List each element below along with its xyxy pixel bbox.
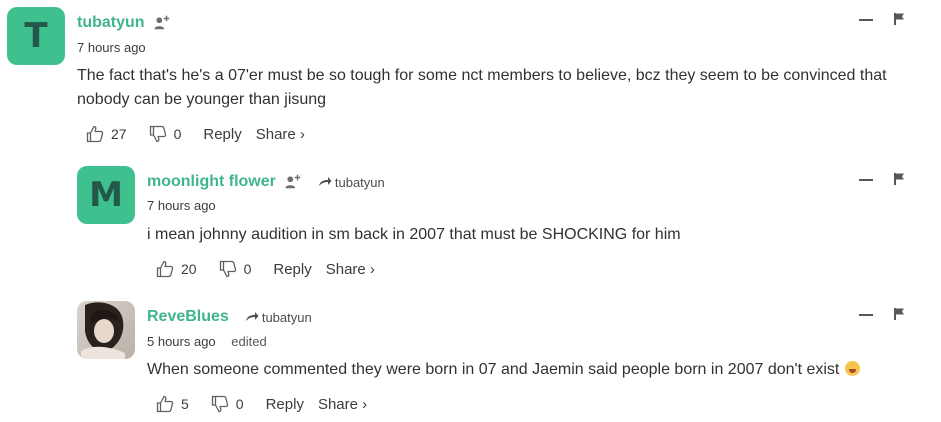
downvote-count: 0 [243,261,252,277]
thumbs-down-icon [219,260,236,278]
author-name[interactable]: tubatyun [77,14,145,32]
user-plus-icon[interactable] [284,173,302,191]
minimize-icon[interactable] [859,314,873,316]
share-button[interactable]: Share › [318,396,367,413]
flag-icon[interactable] [894,172,906,186]
downvote-count: 0 [173,126,182,142]
avatar-letter: T [24,16,48,56]
thumbs-down-icon [149,125,166,143]
reply-to-author: tubatyun [261,309,312,325]
upvote-count: 27 [111,126,127,142]
comment-text-content: When someone commented they were born in… [147,361,840,378]
share-button[interactable]: Share › [256,126,305,143]
author-name[interactable]: ReveBlues [147,308,229,326]
downvote-button[interactable]: 0 [211,395,244,413]
user-plus-icon[interactable] [153,14,171,32]
downvote-button[interactable]: 0 [149,125,182,143]
upvote-button[interactable]: 5 [156,395,189,413]
reply-button[interactable]: Reply [273,261,311,278]
comment-text: When someone commented they were born in… [147,358,927,382]
edited-label: edited [231,334,267,349]
flag-icon[interactable] [894,12,906,26]
downvote-button[interactable]: 0 [219,260,252,278]
reply-button[interactable]: Reply [266,396,304,413]
comment-text: i mean johnny audition in sm back in 200… [147,226,681,243]
reply-arrow-icon [245,312,259,321]
timestamp[interactable]: 5 hours ago [147,334,216,349]
thumbs-up-icon [156,260,174,278]
reply-button[interactable]: Reply [203,126,241,143]
reply-to[interactable]: tubatyun [245,310,312,325]
avatar[interactable]: T [7,7,65,65]
thumbs-up-icon [86,125,104,143]
reply-to-author: tubatyun [334,174,385,190]
upvote-count: 5 [181,396,189,412]
timestamp[interactable]: 7 hours ago [77,40,146,55]
thumbs-down-icon [211,395,229,413]
reply-to[interactable]: tubatyun [318,175,385,190]
reply-arrow-icon [318,177,332,186]
avatar[interactable]: M [77,166,135,224]
flag-icon[interactable] [894,307,906,321]
minimize-icon[interactable] [859,179,873,181]
crying-face-emoji [845,361,861,376]
thumbs-up-icon [156,395,174,413]
comment-text: The fact that's he's a 07'er must be so … [77,67,887,108]
downvote-count: 0 [235,396,244,412]
upvote-count: 20 [181,261,197,277]
upvote-button[interactable]: 20 [156,260,197,278]
avatar-photo [77,301,135,359]
timestamp[interactable]: 7 hours ago [147,198,216,213]
avatar[interactable] [77,301,135,359]
share-button[interactable]: Share › [326,261,375,278]
avatar-letter: M [89,175,123,215]
upvote-button[interactable]: 27 [86,125,127,143]
author-name[interactable]: moonlight flower [147,173,276,191]
minimize-icon[interactable] [859,19,873,21]
